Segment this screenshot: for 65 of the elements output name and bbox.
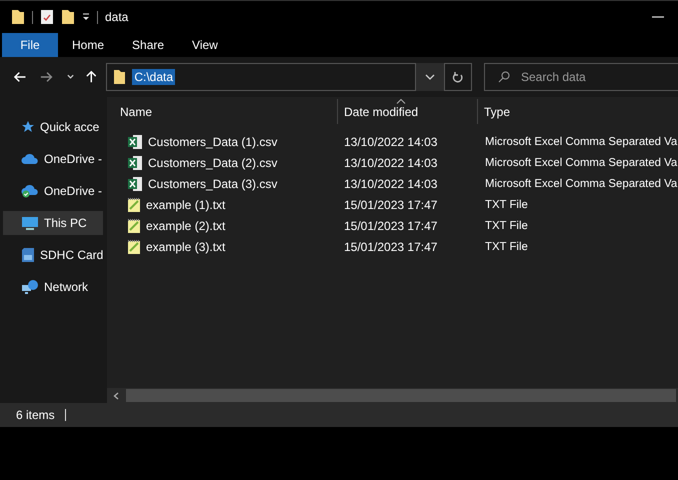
file-name[interactable]: Customers_Data (1).csv <box>148 134 278 148</box>
scrollbar-thumb[interactable] <box>126 389 676 402</box>
text-file-icon <box>127 218 141 234</box>
ribbon-tab[interactable]: Share <box>118 33 178 57</box>
type-cell: TXT File <box>485 240 528 252</box>
folder-icon[interactable] <box>61 9 75 25</box>
ribbon-tab[interactable]: File <box>2 33 58 57</box>
date-cell: 15/01/2023 17:47 <box>344 198 438 212</box>
sidebar-item[interactable]: This PC <box>3 211 103 235</box>
minimize-icon[interactable] <box>652 16 664 18</box>
ribbon-tab[interactable]: View <box>178 33 232 57</box>
text-file-icon <box>127 238 141 254</box>
horizontal-scrollbar[interactable] <box>107 388 678 403</box>
date-cell: 15/01/2023 17:47 <box>344 218 438 232</box>
sidebar-item[interactable]: SDHC Card <box>3 243 103 267</box>
type-cell: Microsoft Excel Comma Separated Va <box>485 156 678 168</box>
column-header[interactable]: Type <box>478 99 678 124</box>
spreadsheet-file-icon <box>127 134 143 150</box>
forward-arrow-icon[interactable] <box>40 71 53 83</box>
computer-icon <box>21 216 39 230</box>
cloud-icon <box>21 153 39 165</box>
back-arrow-icon[interactable] <box>14 71 26 83</box>
type-cell: Microsoft Excel Comma Separated Va <box>485 136 678 148</box>
chevron-down-icon <box>424 74 435 80</box>
file-name[interactable]: example (2).txt <box>146 218 226 232</box>
document-check-icon[interactable] <box>40 9 54 25</box>
window-title: data <box>105 10 128 24</box>
sidebar-item[interactable]: Quick acce <box>3 115 103 139</box>
sidebar-item[interactable]: OneDrive - <box>3 179 103 203</box>
folder-icon[interactable] <box>11 9 25 25</box>
sidebar-item[interactable]: OneDrive - <box>3 147 103 171</box>
date-cell: 13/10/2022 14:03 <box>344 156 438 170</box>
date-cell: 13/10/2022 14:03 <box>344 176 438 190</box>
column-header[interactable]: Name <box>107 99 338 124</box>
refresh-button[interactable] <box>444 63 472 91</box>
refresh-icon <box>452 70 464 84</box>
file-name[interactable]: Customers_Data (3).csv <box>148 176 278 190</box>
folder-icon <box>113 69 126 85</box>
file-name[interactable]: example (3).txt <box>146 240 226 254</box>
spreadsheet-file-icon <box>127 176 143 192</box>
spreadsheet-file-icon <box>127 154 143 170</box>
address-field[interactable]: C:\data <box>106 63 416 91</box>
date-cell: 15/01/2023 17:47 <box>344 240 438 254</box>
type-cell: Microsoft Excel Comma Separated Va <box>485 178 678 190</box>
star-icon <box>21 120 35 134</box>
dropdown-icon[interactable] <box>82 13 90 21</box>
sidebar-item[interactable]: Network <box>3 275 103 299</box>
cloud-check-icon <box>21 184 39 198</box>
network-icon <box>21 279 39 295</box>
file-name[interactable]: example (1).txt <box>146 198 226 212</box>
text-file-icon <box>127 196 141 212</box>
item-count: 6 items <box>16 408 55 422</box>
type-cell: TXT File <box>485 220 528 232</box>
ribbon-tab[interactable]: Home <box>58 33 118 57</box>
column-header[interactable]: Date modified <box>338 99 478 124</box>
file-name[interactable]: Customers_Data (2).csv <box>148 156 278 170</box>
scroll-left-icon[interactable] <box>113 392 119 400</box>
address-path: C:\data <box>132 69 176 85</box>
type-cell: TXT File <box>485 198 528 210</box>
memory-card-icon <box>21 247 35 263</box>
search-field[interactable]: Search data <box>484 63 678 91</box>
chevron-down-icon[interactable] <box>66 74 74 80</box>
up-arrow-icon[interactable] <box>86 70 96 84</box>
search-icon <box>498 71 510 83</box>
date-cell: 13/10/2022 14:03 <box>344 134 438 148</box>
